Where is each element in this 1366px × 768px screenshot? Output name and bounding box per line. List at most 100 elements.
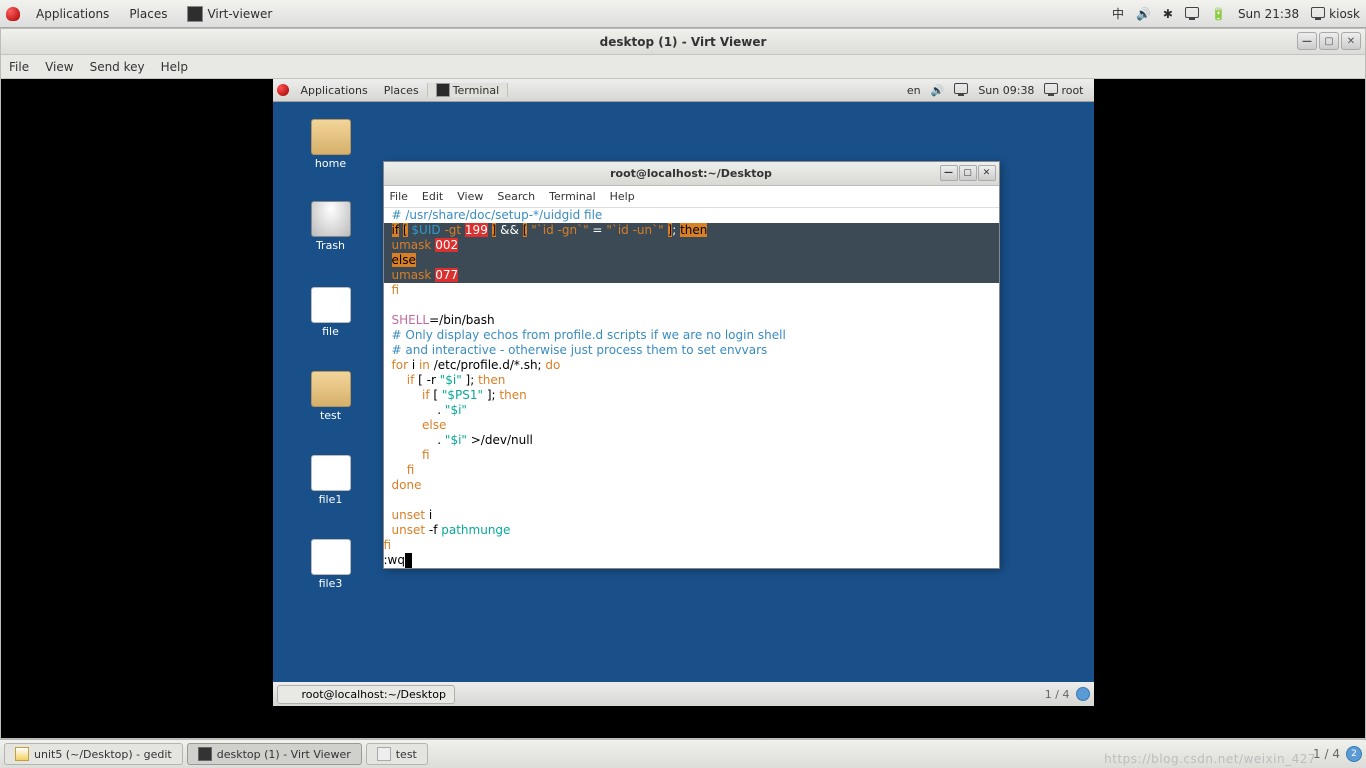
guest-user-menu[interactable]: root: [1044, 83, 1083, 97]
term-menu-file[interactable]: File: [390, 190, 408, 203]
trash-icon: [311, 201, 351, 237]
term-menu-view[interactable]: View: [457, 190, 483, 203]
guest-desktop[interactable]: Applications Places Terminal en 🔊 Sun 09…: [273, 79, 1094, 706]
task-virt-viewer[interactable]: desktop (1) - Virt Viewer: [187, 743, 362, 765]
gedit-icon: [15, 747, 29, 761]
desktop-icon-trash[interactable]: Trash: [303, 201, 359, 252]
icon-label: home: [315, 157, 346, 170]
menu-sendkey[interactable]: Send key: [90, 60, 145, 74]
close-button[interactable]: ✕: [1341, 32, 1361, 50]
taskbar-app-virtviewer[interactable]: Virt-viewer: [177, 6, 282, 22]
menu-places[interactable]: Places: [119, 7, 177, 21]
terminal-icon: [436, 83, 450, 97]
network-icon[interactable]: [954, 83, 968, 97]
host-workspace-label: 1 / 4: [1313, 747, 1340, 761]
folder-icon: [311, 371, 351, 407]
guest-bottom-panel: root@localhost:~/Desktop 1 / 4: [273, 682, 1094, 706]
terminal-title: root@localhost:~/Desktop: [610, 167, 772, 180]
term-menu-search[interactable]: Search: [497, 190, 535, 203]
virt-viewer-menubar: File View Send key Help: [1, 55, 1365, 79]
minimize-button[interactable]: —: [1297, 32, 1317, 50]
icon-label: test: [320, 409, 341, 422]
task-label: desktop (1) - Virt Viewer: [217, 748, 351, 761]
task-label: test: [396, 748, 417, 761]
network-icon[interactable]: [1185, 7, 1199, 21]
guest-system-tray: en 🔊 Sun 09:38 root: [907, 83, 1090, 97]
icon-label: file1: [319, 493, 343, 506]
term-menu-edit[interactable]: Edit: [422, 190, 443, 203]
host-top-panel: Applications Places Virt-viewer 中 🔊 ✱ 🔋 …: [0, 0, 1366, 28]
terminal-menubar: File Edit View Search Terminal Help: [384, 186, 999, 208]
redhat-icon: [277, 84, 289, 96]
code-keyword: fi: [392, 283, 400, 297]
close-button[interactable]: ✕: [978, 165, 996, 181]
workspace-indicator-label: 1 / 4: [1045, 688, 1070, 701]
redhat-icon: [6, 7, 20, 21]
desktop-icon-file1[interactable]: file1: [303, 455, 359, 506]
guest-clock[interactable]: Sun 09:38: [978, 84, 1034, 97]
menu-view[interactable]: View: [45, 60, 73, 74]
code-comment: # Only display echos from profile.d scri…: [392, 328, 786, 342]
clock[interactable]: Sun 21:38: [1238, 7, 1299, 21]
cursor: .: [405, 553, 412, 568]
icon-label: Trash: [316, 239, 345, 252]
window-titlebar[interactable]: desktop (1) - Virt Viewer — ▢ ✕: [1, 29, 1365, 55]
desktop-icon-home[interactable]: home: [303, 119, 359, 170]
code-line-highlight: umask 002: [384, 238, 999, 253]
workspace-switcher-icon[interactable]: 2: [1346, 746, 1362, 762]
term-menu-help[interactable]: Help: [610, 190, 635, 203]
volume-icon[interactable]: 🔊: [931, 84, 945, 97]
virt-viewer-icon: [198, 747, 212, 761]
code-comment: # and interactive - otherwise just proce…: [392, 343, 768, 357]
volume-icon[interactable]: 🔊: [1136, 7, 1151, 21]
guest-display-area: Applications Places Terminal en 🔊 Sun 09…: [1, 79, 1365, 738]
virt-viewer-window: desktop (1) - Virt Viewer — ▢ ✕ File Vie…: [0, 28, 1366, 739]
code-comment: # /usr/share/doc/setup-*/uidgid file: [392, 208, 603, 222]
file-icon: [311, 455, 351, 491]
task-label: root@localhost:~/Desktop: [302, 688, 446, 701]
icon-label: file3: [319, 577, 343, 590]
code-line-highlight: umask 077: [384, 268, 999, 283]
menu-file[interactable]: File: [9, 60, 29, 74]
terminal-titlebar[interactable]: root@localhost:~/Desktop — ▢ ✕: [384, 162, 999, 186]
user-menu[interactable]: kiosk: [1311, 7, 1360, 21]
app-button-label: Virt-viewer: [207, 7, 272, 21]
file-icon: [311, 539, 351, 575]
file-icon: [311, 287, 351, 323]
terminal-icon: [286, 688, 298, 700]
guest-menu-applications[interactable]: Applications: [293, 84, 376, 97]
maximize-button[interactable]: ▢: [959, 165, 977, 181]
battery-icon[interactable]: 🔋: [1211, 7, 1226, 21]
desktop-icon-test[interactable]: test: [303, 371, 359, 422]
maximize-button[interactable]: ▢: [1319, 32, 1339, 50]
window-title: desktop (1) - Virt Viewer: [600, 35, 767, 49]
desktop-icon-file3[interactable]: file3: [303, 539, 359, 590]
task-test[interactable]: test: [366, 743, 428, 765]
window-icon: [377, 747, 391, 761]
task-label: unit5 (~/Desktop) - gedit: [34, 748, 172, 761]
minimize-button[interactable]: —: [940, 165, 958, 181]
workspace-switcher-icon[interactable]: [1076, 687, 1090, 701]
guest-top-panel: Applications Places Terminal en 🔊 Sun 09…: [273, 79, 1094, 102]
bluetooth-icon[interactable]: ✱: [1163, 7, 1173, 21]
terminal-content[interactable]: # /usr/share/doc/setup-*/uidgid file if …: [384, 208, 999, 568]
code-line-highlight: if [ $UID -gt 199 ] && [ "`id -gn`" = "`…: [384, 223, 999, 238]
folder-icon: [311, 119, 351, 155]
desktop-icon-file[interactable]: file: [303, 287, 359, 338]
term-menu-terminal[interactable]: Terminal: [549, 190, 596, 203]
system-tray: 中 🔊 ✱ 🔋 Sun 21:38 kiosk: [1112, 5, 1360, 22]
keyboard-layout-indicator[interactable]: en: [907, 84, 921, 97]
menu-help[interactable]: Help: [161, 60, 188, 74]
host-bottom-taskbar: unit5 (~/Desktop) - gedit desktop (1) - …: [0, 739, 1366, 768]
vim-command: :wq: [384, 553, 405, 567]
input-method-indicator[interactable]: 中: [1112, 5, 1124, 22]
menu-applications[interactable]: Applications: [26, 7, 119, 21]
icon-label: file: [322, 325, 339, 338]
app-button-label: Terminal: [453, 84, 500, 97]
task-gedit[interactable]: unit5 (~/Desktop) - gedit: [4, 743, 183, 765]
code-text: =/bin/bash: [429, 313, 495, 327]
terminal-window: root@localhost:~/Desktop — ▢ ✕ File Edit…: [383, 161, 1000, 569]
guest-task-terminal[interactable]: root@localhost:~/Desktop: [277, 685, 455, 704]
guest-taskbar-app-terminal[interactable]: Terminal: [427, 83, 509, 97]
guest-menu-places[interactable]: Places: [376, 84, 427, 97]
